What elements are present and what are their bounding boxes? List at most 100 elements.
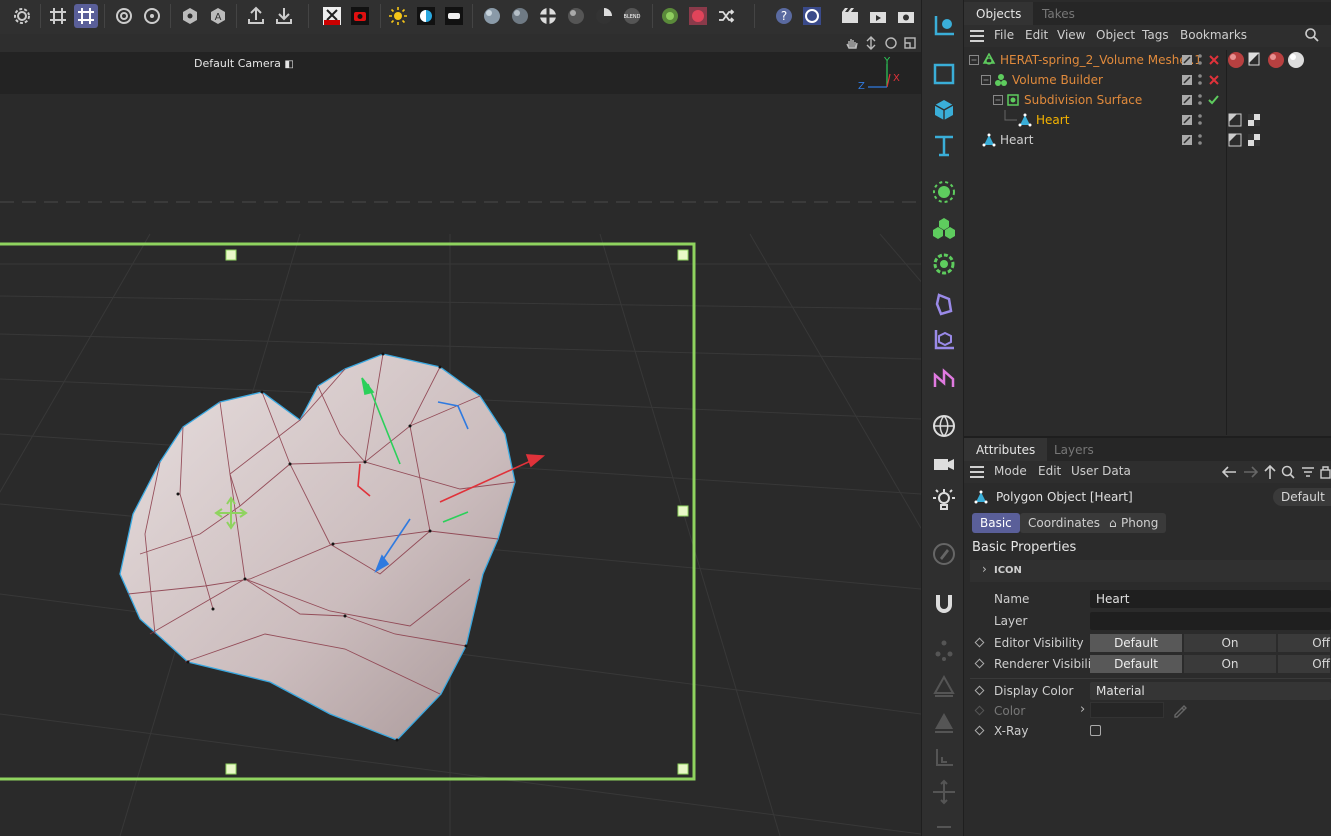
object-status-icons[interactable] bbox=[1182, 133, 1206, 147]
keyframe-diamond-icon[interactable] bbox=[974, 637, 985, 648]
keyframe-diamond-icon[interactable] bbox=[974, 725, 985, 736]
subtab-phong[interactable]: ⌂ Phong bbox=[1101, 513, 1167, 533]
tab-layers[interactable]: Layers bbox=[1042, 438, 1106, 462]
name-field[interactable]: Heart bbox=[1090, 590, 1331, 608]
uv-mode-icon[interactable] bbox=[930, 744, 958, 772]
blend-icon[interactable]: BLEND bbox=[620, 4, 644, 28]
tab-attributes[interactable]: Attributes bbox=[964, 438, 1048, 462]
import-icon[interactable] bbox=[272, 4, 296, 28]
object-axis-icon[interactable] bbox=[178, 4, 202, 28]
object-row[interactable]: HERAT-spring_2_Volume Mesher.1 bbox=[964, 50, 1331, 70]
menu-edit[interactable]: Edit bbox=[1025, 28, 1048, 42]
axis-a-icon[interactable]: A bbox=[206, 4, 230, 28]
phong-uvw-tags[interactable] bbox=[1228, 113, 1262, 127]
tab-takes[interactable]: Takes bbox=[1030, 2, 1087, 26]
chevron-right-icon[interactable]: › bbox=[1080, 702, 1085, 717]
eyedropper-icon[interactable] bbox=[1172, 702, 1188, 718]
hamburger-icon[interactable] bbox=[970, 466, 984, 478]
cloner-icon[interactable] bbox=[930, 214, 958, 242]
phong-uvw-tags[interactable] bbox=[1228, 133, 1262, 147]
object-row[interactable]: Volume Builder bbox=[964, 70, 1331, 90]
menu-bookmarks[interactable]: Bookmarks bbox=[1180, 28, 1247, 42]
export-icon[interactable] bbox=[244, 4, 268, 28]
attribute-nav-icons[interactable] bbox=[1222, 464, 1331, 480]
preset-dropdown[interactable]: Default bbox=[1273, 488, 1331, 506]
deformer-icon[interactable] bbox=[930, 290, 958, 318]
field-icon[interactable] bbox=[930, 326, 958, 354]
renderer-visibility-default[interactable]: Default bbox=[1090, 655, 1183, 673]
object-status-icons[interactable] bbox=[1182, 113, 1206, 127]
material-sphere-icon[interactable] bbox=[480, 4, 504, 28]
layer-field[interactable] bbox=[1090, 612, 1331, 630]
editor-visibility-on[interactable]: On bbox=[1184, 634, 1277, 652]
workplane-snap-icon[interactable] bbox=[74, 4, 98, 28]
environment-globe-icon[interactable] bbox=[930, 412, 958, 440]
plugin-red-icon[interactable] bbox=[686, 4, 710, 28]
menu-edit[interactable]: Edit bbox=[1038, 464, 1061, 478]
material-sphere-3-icon[interactable] bbox=[564, 4, 588, 28]
object-status-icons[interactable] bbox=[1182, 73, 1224, 87]
points-mode-icon[interactable] bbox=[930, 636, 958, 664]
effector-gear-icon[interactable] bbox=[930, 250, 958, 278]
live-selection-icon[interactable] bbox=[930, 12, 958, 40]
render-picture-icon[interactable] bbox=[866, 4, 890, 28]
gear-icon[interactable] bbox=[10, 4, 34, 28]
modeling-settings-icon[interactable] bbox=[140, 4, 164, 28]
collapse-icon[interactable] bbox=[992, 94, 1004, 106]
keyframe-diamond-icon[interactable] bbox=[974, 685, 985, 696]
contrast-icon[interactable] bbox=[414, 4, 438, 28]
shuffle-icon[interactable] bbox=[714, 4, 738, 28]
light-object-icon[interactable] bbox=[930, 486, 958, 514]
generator-icon[interactable] bbox=[930, 178, 958, 206]
soft-selection-icon[interactable] bbox=[112, 4, 136, 28]
menu-user-data[interactable]: User Data bbox=[1071, 464, 1131, 478]
xdel-icon[interactable] bbox=[320, 4, 344, 28]
menu-tags[interactable]: Tags bbox=[1142, 28, 1169, 42]
menu-file[interactable]: File bbox=[994, 28, 1014, 42]
camera-object-icon[interactable] bbox=[930, 450, 958, 478]
object-status-icons[interactable] bbox=[1182, 93, 1224, 107]
renderer-visibility-off[interactable]: Off bbox=[1278, 655, 1331, 673]
subtab-coordinates[interactable]: Coordinates bbox=[1020, 513, 1109, 533]
axis-mode-icon[interactable] bbox=[930, 778, 958, 806]
renderer-visibility-on[interactable]: On bbox=[1184, 655, 1277, 673]
menu-object[interactable]: Object bbox=[1096, 28, 1135, 42]
plugin-green-icon[interactable] bbox=[658, 4, 682, 28]
edit-tag-icon[interactable] bbox=[930, 540, 958, 568]
shutter-icon[interactable] bbox=[800, 4, 824, 28]
material-tags[interactable] bbox=[1228, 50, 1308, 70]
keyframe-diamond-icon[interactable] bbox=[974, 658, 985, 669]
material-sphere-4-icon[interactable] bbox=[592, 4, 616, 28]
more-tools-icon[interactable] bbox=[930, 818, 958, 836]
collapse-icon[interactable] bbox=[980, 74, 992, 86]
xray-checkbox[interactable] bbox=[1090, 725, 1101, 736]
checker-sphere-icon[interactable] bbox=[536, 4, 560, 28]
menu-view[interactable]: View bbox=[1057, 28, 1085, 42]
subtab-basic[interactable]: Basic bbox=[972, 513, 1020, 533]
icon-group[interactable]: › ICON bbox=[970, 560, 1331, 582]
render-settings-icon[interactable] bbox=[894, 4, 918, 28]
tab-objects[interactable]: Objects bbox=[964, 2, 1034, 26]
edges-mode-icon[interactable] bbox=[930, 672, 958, 700]
display-color-dropdown[interactable]: Material bbox=[1090, 682, 1331, 700]
record-camera-icon[interactable] bbox=[348, 4, 372, 28]
sun-light-icon[interactable] bbox=[386, 4, 410, 28]
cube-icon[interactable] bbox=[930, 96, 958, 124]
editor-visibility-off[interactable]: Off bbox=[1278, 634, 1331, 652]
material-sphere-2-icon[interactable] bbox=[508, 4, 532, 28]
help-icon[interactable]: ? bbox=[772, 4, 796, 28]
polygons-mode-icon[interactable] bbox=[930, 708, 958, 736]
grid-snap-icon[interactable] bbox=[46, 4, 70, 28]
3d-viewport[interactable]: Default Camera ◧ Y X Z bbox=[0, 34, 921, 836]
color-swatch[interactable] bbox=[1090, 702, 1164, 718]
collapse-icon[interactable] bbox=[968, 54, 980, 66]
object-status-icons[interactable] bbox=[1182, 53, 1224, 67]
spline-deformer-icon[interactable] bbox=[930, 366, 958, 394]
menu-mode[interactable]: Mode bbox=[994, 464, 1027, 478]
text-tool-icon[interactable] bbox=[930, 132, 958, 160]
search-icon[interactable] bbox=[1304, 27, 1320, 46]
object-row[interactable]: Heart bbox=[964, 110, 1331, 130]
magnet-snap-icon[interactable] bbox=[930, 590, 958, 618]
hamburger-icon[interactable] bbox=[970, 30, 984, 42]
object-row[interactable]: Heart bbox=[964, 130, 1331, 150]
